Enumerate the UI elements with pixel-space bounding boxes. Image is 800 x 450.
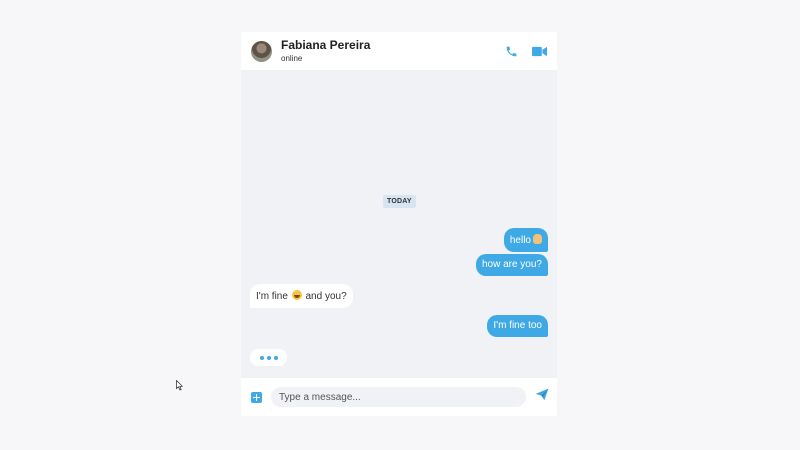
typing-indicator xyxy=(250,349,287,366)
typing-dot xyxy=(273,355,278,360)
typing-dot xyxy=(259,355,264,360)
date-divider: TODAY xyxy=(383,195,416,208)
contact-info: Fabiana Pereira online xyxy=(281,39,370,63)
grinning-face-icon xyxy=(291,290,302,300)
message-outgoing[interactable]: how are you? xyxy=(475,254,548,276)
plus-square-icon[interactable] xyxy=(251,391,262,403)
message-text: how are you? xyxy=(481,259,542,270)
message-list[interactable]: TODAY hello how are you? I'm fine and yo… xyxy=(241,70,557,378)
contact-status: online xyxy=(281,54,303,63)
message-outgoing[interactable]: hello xyxy=(503,228,548,252)
avatar[interactable] xyxy=(251,40,272,62)
chat-window: Fabiana Pereira online TODAY hello how a… xyxy=(241,32,557,416)
phone-icon[interactable] xyxy=(505,45,518,58)
message-incoming[interactable]: I'm fine and you? xyxy=(250,284,353,308)
message-outgoing[interactable]: I'm fine too xyxy=(487,315,548,337)
message-text: I'm fine too xyxy=(493,320,542,331)
mouse-pointer-icon xyxy=(176,378,184,396)
message-input[interactable] xyxy=(271,387,526,407)
waving-hand-icon xyxy=(533,234,542,244)
send-icon[interactable] xyxy=(535,388,549,406)
message-text: hello xyxy=(509,235,531,246)
message-composer xyxy=(241,378,557,416)
contact-name: Fabiana Pereira xyxy=(281,38,371,52)
video-camera-icon[interactable] xyxy=(532,46,547,57)
chat-header: Fabiana Pereira online xyxy=(241,32,557,70)
header-actions xyxy=(505,45,547,58)
message-text-after: and you? xyxy=(305,291,347,302)
message-text-before: I'm fine xyxy=(256,291,288,302)
typing-dot xyxy=(266,355,271,360)
